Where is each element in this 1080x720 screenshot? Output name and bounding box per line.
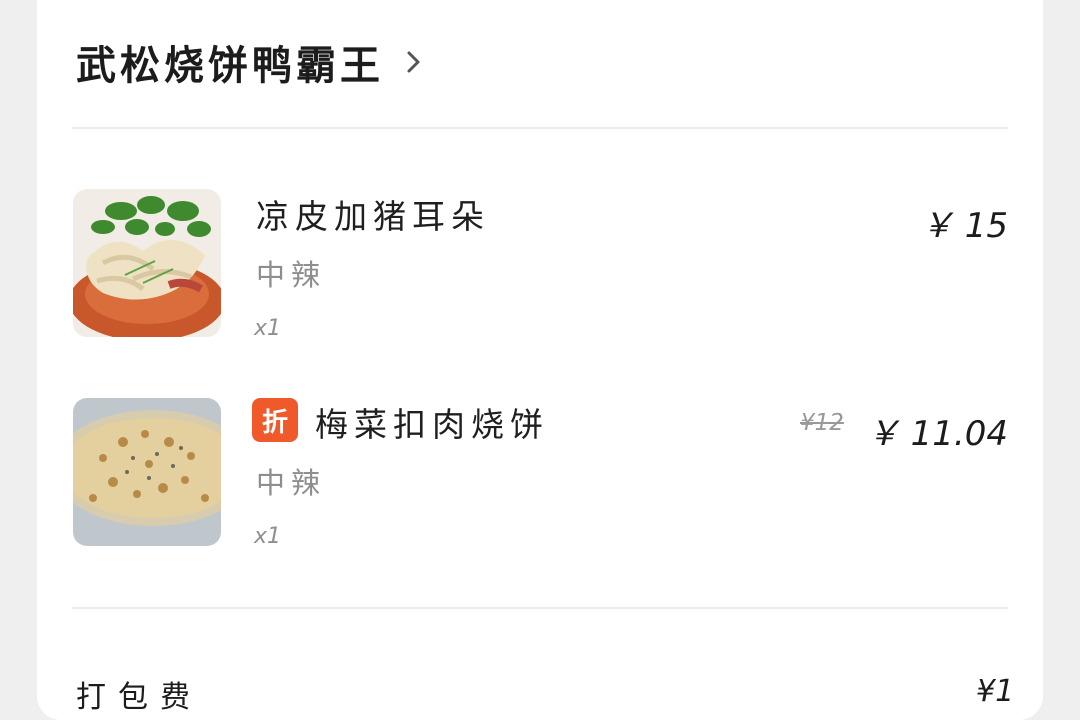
item-image-shaobing[interactable] — [73, 398, 221, 546]
item-spec: 中辣 — [256, 258, 327, 292]
item-image-liangpi[interactable] — [73, 189, 221, 337]
item-spec: 中辣 — [256, 466, 327, 500]
item-name: 梅菜扣肉烧饼 — [315, 405, 549, 444]
item-price: ￥ 11.04 — [865, 414, 1008, 454]
divider — [72, 607, 1008, 609]
packaging-fee-price: ¥1 — [976, 674, 1015, 709]
packaging-fee-label: 打包费 — [76, 680, 202, 715]
chevron-right-icon[interactable] — [406, 49, 422, 75]
shop-header[interactable]: 武松烧饼鸭霸王 — [76, 33, 422, 91]
discount-badge: 折 — [252, 398, 298, 442]
order-card — [37, 0, 1043, 720]
item-price: ￥ 15 — [919, 206, 1008, 246]
item-name: 凉皮加猪耳朵 — [256, 197, 490, 236]
divider — [72, 127, 1008, 129]
item-quantity: x1 — [254, 524, 282, 549]
item-quantity: x1 — [254, 316, 282, 341]
shop-name[interactable]: 武松烧饼鸭霸王 — [76, 33, 384, 91]
original-price: ¥12 — [800, 410, 844, 436]
